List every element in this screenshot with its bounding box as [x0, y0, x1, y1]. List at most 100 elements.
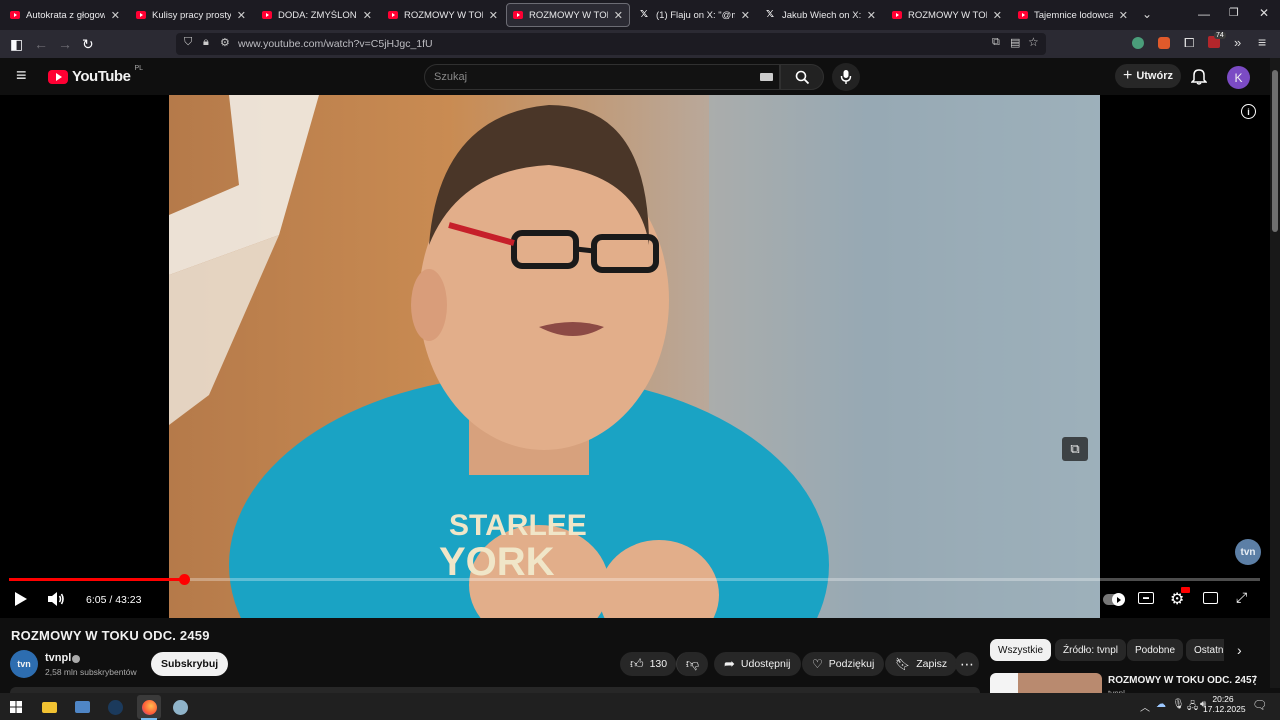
close-icon[interactable]: ✕ [489, 9, 498, 22]
browser-tab[interactable]: 𝕏 Jakub Wiech on X: "Zrob ✕ [760, 3, 882, 27]
browser-tab-active[interactable]: ROZMOWY W TOKU ODC. ✕ [506, 3, 630, 27]
search-button[interactable] [780, 64, 824, 90]
close-icon[interactable]: ✕ [1119, 9, 1128, 22]
video-frame[interactable]: STARLEE YORK [169, 95, 1100, 618]
search-input[interactable]: Szukaj [424, 64, 780, 90]
reader-view-icon[interactable]: ▤ [1010, 36, 1020, 49]
channel-watermark[interactable]: tvn [1235, 539, 1261, 565]
kebab-menu-icon[interactable]: ⋮ [1249, 673, 1261, 687]
autoplay-toggle[interactable] [1103, 593, 1125, 606]
keyboard-icon[interactable] [760, 73, 773, 81]
overflow-chevron-icon[interactable]: » [1234, 35, 1241, 50]
tracking-shield-icon[interactable]: ⛉ [184, 36, 192, 49]
bookmark-star-icon[interactable]: ☆ [1028, 35, 1039, 49]
extension-icon[interactable] [1158, 37, 1170, 49]
tab-list-chevron-icon[interactable]: ⌄ [1142, 7, 1152, 21]
youtube-play-logo-icon [48, 69, 68, 84]
share-button[interactable]: ➦ Udostępnij [714, 652, 801, 676]
window-close-icon[interactable]: ✕ [1259, 6, 1269, 20]
more-actions-button[interactable]: ⋯ [955, 652, 979, 676]
channel-name[interactable]: tvnpl [45, 652, 71, 664]
miniplayer-icon[interactable]: ⧉ [1062, 437, 1088, 461]
extensions-puzzle-icon[interactable]: ⧠ [1184, 35, 1194, 51]
close-icon[interactable]: ✕ [867, 9, 876, 22]
page-scrollbar[interactable] [1270, 58, 1280, 688]
lock-icon[interactable]: 🔒︎ [203, 36, 209, 49]
close-icon[interactable]: ✕ [111, 9, 120, 22]
clock[interactable]: 20:26 17.12.2025 [1203, 694, 1246, 714]
dislike-button[interactable]: 👎︎ [676, 652, 708, 676]
browser-tab[interactable]: DODA: ZMYŚLONE ŻYCIE ✕ [256, 3, 378, 27]
pinned-app-icon[interactable] [170, 697, 190, 717]
browser-tab[interactable]: 𝕏 (1) Flaju on X: "@mamicz ✕ [634, 3, 756, 27]
extension-badge: 74 [1214, 32, 1226, 39]
recommended-video-thumbnail[interactable] [990, 673, 1102, 693]
save-button[interactable]: 🔖︎ Zapisz [885, 652, 958, 676]
minimize-icon[interactable]: — [1198, 7, 1210, 21]
youtube-icon [513, 11, 523, 19]
vpn-extension-icon[interactable] [1132, 37, 1144, 49]
app-menu-icon[interactable]: ≡ [1258, 34, 1266, 50]
recommended-video-title[interactable]: ROZMOWY W TOKU ODC. 2457 [1108, 675, 1257, 686]
voice-search-button[interactable] [832, 63, 860, 91]
notification-center-icon[interactable]: 🗨︎ [1252, 698, 1267, 712]
progress-bar-scrubber-handle[interactable] [179, 574, 190, 585]
browser-tab[interactable]: Autokrata z głogowskiej ✕ [4, 3, 126, 27]
subscribe-button[interactable]: Subskrybuj [151, 652, 229, 676]
mute-button[interactable] [47, 591, 65, 612]
chip-related[interactable]: Podobne [1127, 639, 1184, 661]
share-label: Udostępnij [740, 658, 791, 670]
subtitles-icon[interactable]: ▬ [1138, 592, 1154, 604]
youtube-logo[interactable]: YouTube PL [48, 65, 143, 85]
page-scrollbar-thumb[interactable] [1272, 70, 1278, 232]
url-bar[interactable]: ⛉ 🔒︎ ⚙︎ www.youtube.com/watch?v=C5jHJgc_… [176, 33, 1046, 55]
info-icon[interactable]: i [1241, 104, 1256, 119]
progress-bar[interactable] [9, 574, 1260, 585]
tray-overflow-chevron-icon[interactable]: ︿ [1140, 699, 1150, 714]
chip-all[interactable]: Wszystkie [990, 639, 1051, 661]
video-title: ROZMOWY W TOKU ODC. 2459 [11, 628, 210, 643]
create-button[interactable]: + Utwórz [1115, 64, 1181, 88]
theater-mode-icon[interactable] [1203, 592, 1218, 604]
like-button[interactable]: 👍︎ 130 [620, 652, 676, 676]
firefox-icon[interactable] [137, 695, 161, 719]
notifications-bell-icon[interactable] [1191, 67, 1207, 85]
youtube-icon [1018, 11, 1028, 19]
play-button[interactable] [14, 591, 28, 612]
video-player[interactable]: STARLEE YORK i ⧉ tvn 6:05 / 43:23 ▬ ⚙ ⤢ [0, 95, 1270, 618]
microphone-tray-icon[interactable]: 🎙︎ [1172, 699, 1185, 710]
control-panel-icon[interactable] [72, 697, 92, 717]
picture-in-picture-icon[interactable]: ⧉ [992, 36, 1000, 49]
close-icon[interactable]: ✕ [993, 9, 1002, 22]
channel-avatar[interactable]: tvn [10, 650, 38, 678]
chip-from-channel[interactable]: Źródło: tvnpl [1055, 639, 1127, 661]
account-avatar[interactable]: K [1227, 66, 1250, 89]
close-icon[interactable]: ✕ [363, 9, 372, 22]
browser-tab[interactable]: Tajemnice lodowca - You ✕ [1012, 3, 1134, 27]
windows-start-icon[interactable] [6, 697, 26, 717]
fullscreen-icon[interactable]: ⤢ [1236, 589, 1247, 606]
hamburger-menu-icon[interactable]: ≡ [16, 66, 27, 84]
browser-tab[interactable]: ROZMOWY W TOKU ODC. ✕ [382, 3, 504, 27]
region-code: PL [134, 65, 143, 72]
youtube-header: ≡ YouTube PL Szukaj + Utwórz [0, 58, 1280, 95]
onedrive-icon[interactable]: ☁ [1156, 699, 1166, 710]
network-icon[interactable]: 🖧︎ [1187, 699, 1198, 716]
thanks-button[interactable]: ♡ Podziękuj [802, 652, 885, 676]
browser-tab[interactable]: ROZMOWY W TOKU ODC. ✕ [886, 3, 1008, 27]
steam-icon[interactable] [105, 697, 125, 717]
sidebar-toggle-icon[interactable]: ◧ [10, 36, 23, 52]
chip-recent[interactable]: Ostatn [1186, 639, 1224, 661]
close-icon[interactable]: ✕ [741, 9, 750, 22]
permissions-icon[interactable]: ⚙︎ [220, 36, 230, 49]
close-icon[interactable]: ✕ [614, 9, 623, 22]
browser-tab[interactable]: Kulisy pracy prostytutki. ✕ [130, 3, 252, 27]
reload-icon[interactable]: ↻ [82, 36, 94, 52]
chips-next-chevron-icon[interactable]: › [1237, 642, 1242, 658]
forward-icon[interactable]: → [58, 36, 72, 52]
file-explorer-icon[interactable] [39, 697, 59, 717]
back-icon[interactable]: ← [34, 36, 48, 52]
restore-icon[interactable]: ❐ [1229, 6, 1239, 19]
browser-navbar: ◧ ← → ↻ ⛉ 🔒︎ ⚙︎ www.youtube.com/watch?v=… [0, 30, 1280, 58]
close-icon[interactable]: ✕ [237, 9, 246, 22]
